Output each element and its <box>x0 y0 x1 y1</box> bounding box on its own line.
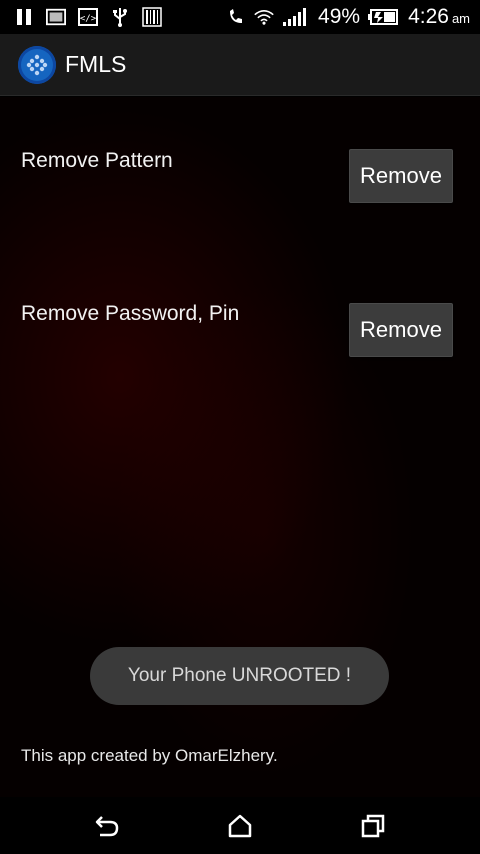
home-icon[interactable] <box>223 809 257 843</box>
back-icon[interactable] <box>90 809 124 843</box>
remove-pattern-label: Remove Pattern <box>21 149 173 172</box>
code-icon: </> <box>78 7 98 27</box>
app-credit: This app created by OmarElzhery. <box>21 746 278 765</box>
pause-icon <box>14 7 34 27</box>
remove-password-button[interactable]: Remove <box>349 303 453 357</box>
status-system: 49% 4:26 am <box>226 5 470 29</box>
battery-charging-icon <box>368 7 400 27</box>
remove-pattern-button[interactable]: Remove <box>349 149 453 203</box>
remove-password-label: Remove Password, Pin <box>21 302 240 325</box>
action-bar: FMLS <box>0 34 480 96</box>
signal-icon <box>282 7 310 27</box>
navigation-bar <box>0 797 480 854</box>
status-bar: </> 49% 4:26 am <box>0 0 480 34</box>
clock: 4:26 am <box>408 5 470 28</box>
app-logo-icon[interactable] <box>18 45 56 84</box>
svg-text:</>: </> <box>80 14 97 24</box>
phone-missed-icon <box>226 7 246 27</box>
recent-apps-icon[interactable] <box>356 809 390 843</box>
battery-percent: 49% <box>318 5 361 28</box>
usb-icon <box>110 7 130 27</box>
wifi-icon <box>254 7 274 27</box>
image-icon <box>46 7 66 27</box>
app-title: FMLS <box>65 51 127 77</box>
toast-message: Your Phone UNROOTED ! <box>90 647 389 705</box>
barcode-icon <box>142 7 162 27</box>
status-notifications: </> <box>14 7 162 27</box>
